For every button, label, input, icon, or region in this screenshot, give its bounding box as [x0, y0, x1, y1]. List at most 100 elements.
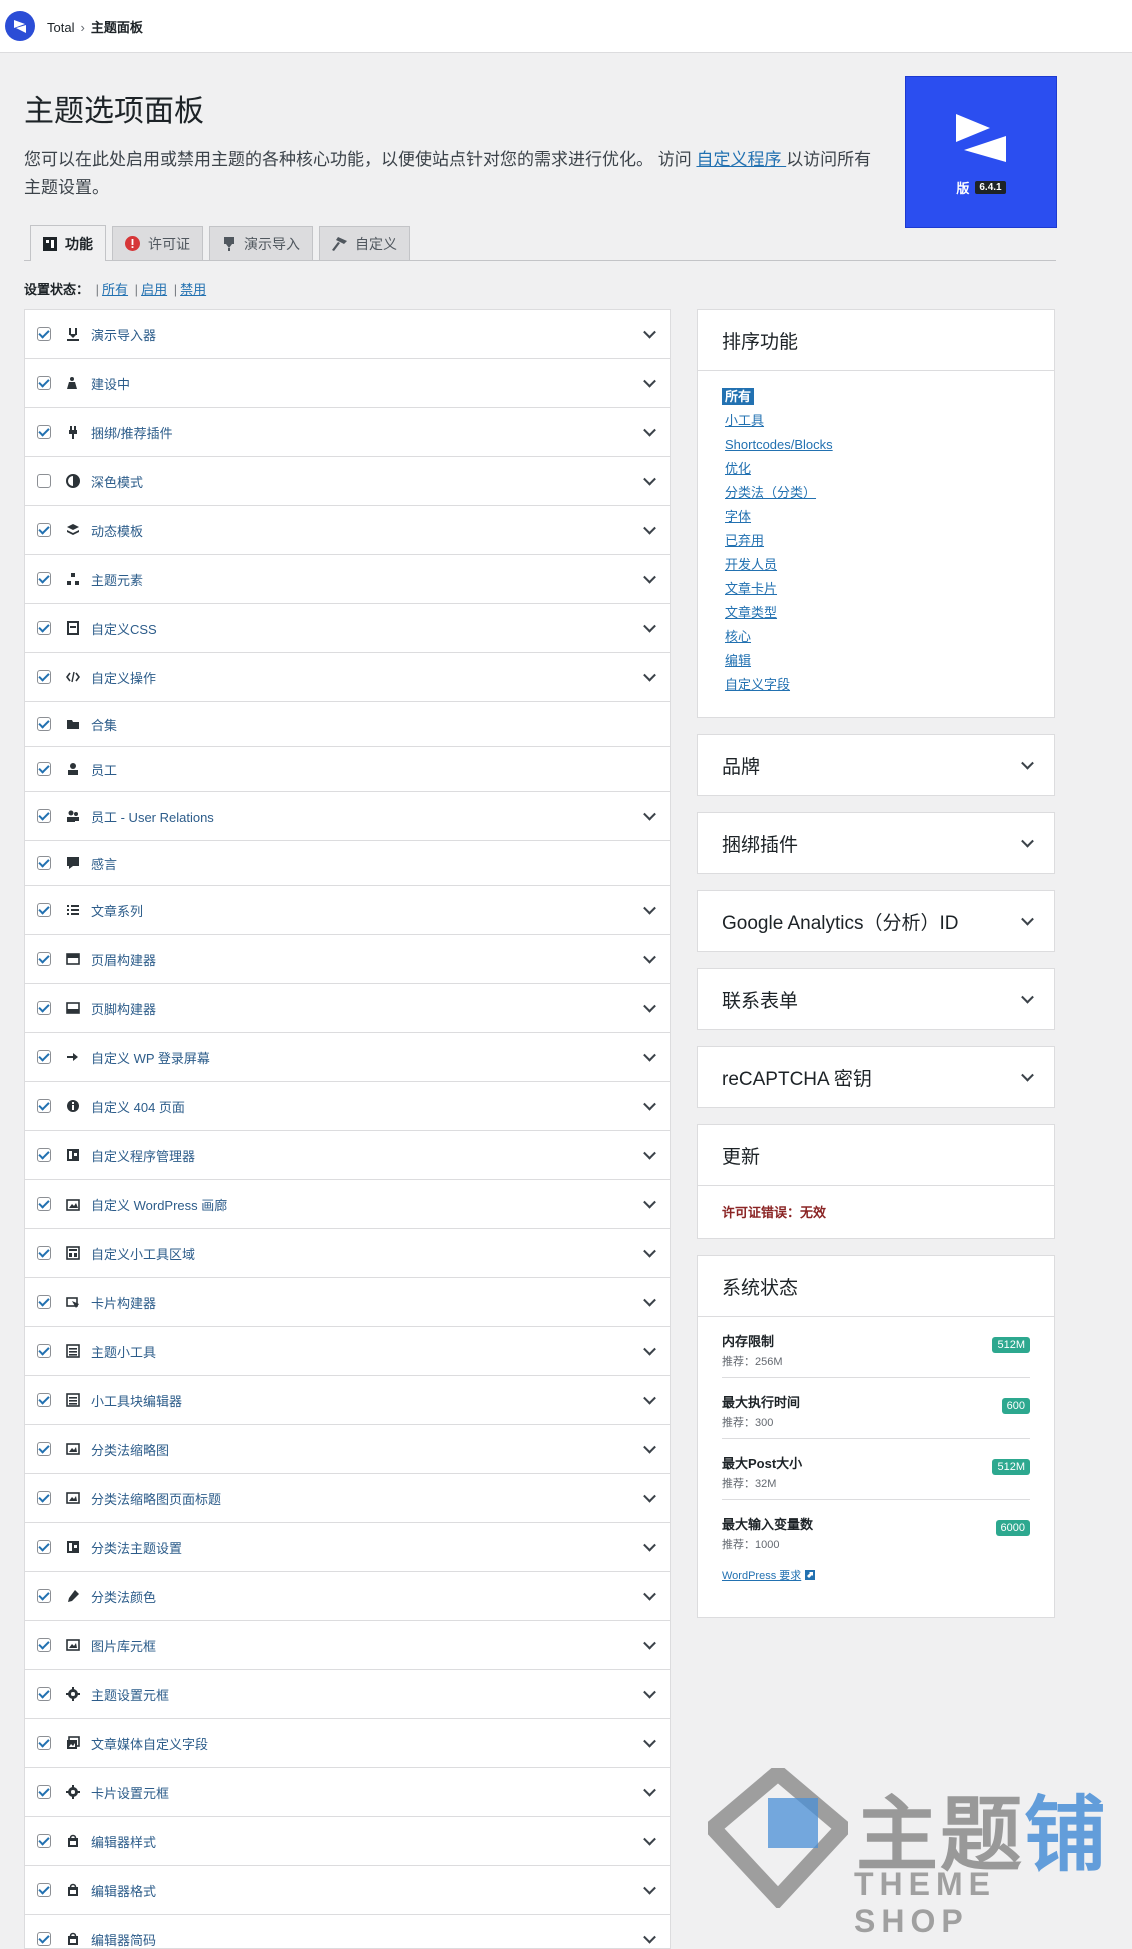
- module-row[interactable]: 自定义小工具区域: [25, 1229, 670, 1278]
- module-row[interactable]: 主题小工具: [25, 1327, 670, 1376]
- module-checkbox[interactable]: [37, 571, 51, 586]
- sort-filter-item[interactable]: 文章类型: [722, 601, 1030, 625]
- module-checkbox[interactable]: [37, 1049, 51, 1064]
- chevron-down-icon[interactable]: [643, 1587, 656, 1601]
- sort-filter-item[interactable]: 已弃用: [722, 529, 1030, 553]
- module-row[interactable]: 建设中: [25, 359, 670, 408]
- chevron-down-icon[interactable]: [643, 472, 656, 486]
- sort-filter-item[interactable]: 开发人员: [722, 553, 1030, 577]
- chevron-down-icon[interactable]: [643, 619, 656, 633]
- module-checkbox[interactable]: [37, 522, 51, 537]
- module-checkbox[interactable]: [37, 761, 51, 776]
- tab-features[interactable]: 功能: [30, 225, 106, 261]
- module-row[interactable]: 自定义 404 页面: [25, 1082, 670, 1131]
- sort-filter-item[interactable]: Shortcodes/Blocks: [722, 433, 1030, 457]
- module-row[interactable]: 图片库元框: [25, 1621, 670, 1670]
- filter-disabled-link[interactable]: 禁用: [180, 282, 206, 297]
- chevron-down-icon[interactable]: [643, 1636, 656, 1650]
- sort-filter-item[interactable]: 小工具: [722, 409, 1030, 433]
- module-checkbox[interactable]: [37, 1588, 51, 1603]
- total-logo-icon[interactable]: [5, 11, 35, 41]
- chevron-down-icon[interactable]: [643, 1538, 656, 1552]
- module-row[interactable]: 自定义程序管理器: [25, 1131, 670, 1180]
- module-row[interactable]: 编辑器格式: [25, 1866, 670, 1915]
- tab-customize[interactable]: 自定义: [319, 226, 410, 260]
- chevron-down-icon[interactable]: [643, 521, 656, 535]
- chevron-down-icon[interactable]: [643, 570, 656, 584]
- module-checkbox[interactable]: [37, 1392, 51, 1407]
- chevron-down-icon[interactable]: [643, 1930, 656, 1944]
- module-row[interactable]: 自定义操作: [25, 653, 670, 702]
- chevron-down-icon[interactable]: [643, 1244, 656, 1258]
- module-row[interactable]: 员工: [25, 747, 670, 792]
- module-row[interactable]: 分类法缩略图页面标题: [25, 1474, 670, 1523]
- module-checkbox[interactable]: [37, 1441, 51, 1456]
- chevron-down-icon[interactable]: [643, 999, 656, 1013]
- chevron-down-icon[interactable]: [643, 1342, 656, 1356]
- chevron-down-icon[interactable]: [643, 1048, 656, 1062]
- module-row[interactable]: 分类法缩略图: [25, 1425, 670, 1474]
- module-row[interactable]: 自定义 WordPress 画廊: [25, 1180, 670, 1229]
- sort-filter-item[interactable]: 核心: [722, 625, 1030, 649]
- module-row[interactable]: 主题元素: [25, 555, 670, 604]
- chevron-down-icon[interactable]: [643, 1489, 656, 1503]
- module-row[interactable]: 员工 - User Relations: [25, 792, 670, 841]
- tab-demo-import[interactable]: 演示导入: [209, 226, 313, 260]
- contact-card-header[interactable]: 联系表单: [698, 969, 1054, 1029]
- module-checkbox[interactable]: [37, 1098, 51, 1113]
- module-checkbox[interactable]: [37, 669, 51, 684]
- module-checkbox[interactable]: [37, 1343, 51, 1358]
- module-checkbox[interactable]: [37, 855, 51, 870]
- module-checkbox[interactable]: [37, 620, 51, 635]
- module-row[interactable]: 编辑器样式: [25, 1817, 670, 1866]
- module-row[interactable]: 页眉构建器: [25, 935, 670, 984]
- bundled-plugins-card[interactable]: 捆绑插件: [697, 812, 1055, 874]
- chevron-down-icon[interactable]: [643, 374, 656, 388]
- sort-filter-item[interactable]: 分类法（分类）: [722, 481, 1030, 505]
- chevron-down-icon[interactable]: [643, 1832, 656, 1846]
- module-row[interactable]: 合集: [25, 702, 670, 747]
- module-row[interactable]: 卡片构建器: [25, 1278, 670, 1327]
- module-checkbox[interactable]: [37, 1539, 51, 1554]
- chevron-down-icon[interactable]: [643, 1734, 656, 1748]
- module-checkbox[interactable]: [37, 474, 51, 488]
- module-row[interactable]: 演示导入器: [25, 310, 670, 359]
- module-checkbox[interactable]: [37, 1490, 51, 1505]
- sort-filter-item[interactable]: 优化: [722, 457, 1030, 481]
- chevron-down-icon[interactable]: [643, 1146, 656, 1160]
- module-checkbox[interactable]: [37, 1735, 51, 1750]
- module-checkbox[interactable]: [37, 1637, 51, 1652]
- module-checkbox[interactable]: [37, 1833, 51, 1848]
- module-checkbox[interactable]: [37, 1294, 51, 1309]
- brand-card-header[interactable]: 品牌: [698, 735, 1054, 795]
- module-row[interactable]: 主题设置元框: [25, 1670, 670, 1719]
- sort-filter-item[interactable]: 编辑: [722, 649, 1030, 673]
- module-checkbox[interactable]: [37, 1000, 51, 1015]
- module-row[interactable]: 分类法颜色: [25, 1572, 670, 1621]
- module-checkbox[interactable]: [37, 326, 51, 341]
- module-row[interactable]: 感言: [25, 841, 670, 886]
- filter-all-link[interactable]: 所有: [102, 282, 128, 297]
- module-checkbox[interactable]: [37, 808, 51, 823]
- module-checkbox[interactable]: [37, 716, 51, 731]
- chevron-down-icon[interactable]: [643, 1293, 656, 1307]
- module-checkbox[interactable]: [37, 375, 51, 390]
- module-row[interactable]: 文章系列: [25, 886, 670, 935]
- module-checkbox[interactable]: [37, 1931, 51, 1946]
- module-checkbox[interactable]: [37, 951, 51, 966]
- module-row[interactable]: 文章媒体自定义字段: [25, 1719, 670, 1768]
- chevron-down-icon[interactable]: [643, 423, 656, 437]
- module-row[interactable]: 自定义CSS: [25, 604, 670, 653]
- module-checkbox[interactable]: [37, 1245, 51, 1260]
- breadcrumb-app[interactable]: Total: [47, 20, 74, 35]
- sort-filter-item[interactable]: 所有: [722, 385, 1030, 409]
- bundled-card-header[interactable]: 捆绑插件: [698, 813, 1054, 873]
- chevron-down-icon[interactable]: [643, 1685, 656, 1699]
- tab-license[interactable]: 许可证: [112, 226, 203, 260]
- chevron-down-icon[interactable]: [643, 1097, 656, 1111]
- filter-enabled-link[interactable]: 启用: [141, 282, 167, 297]
- google-analytics-card[interactable]: Google Analytics（分析）ID: [697, 890, 1055, 952]
- chevron-down-icon[interactable]: [643, 1881, 656, 1895]
- module-row[interactable]: 卡片设置元框: [25, 1768, 670, 1817]
- module-checkbox[interactable]: [37, 1196, 51, 1211]
